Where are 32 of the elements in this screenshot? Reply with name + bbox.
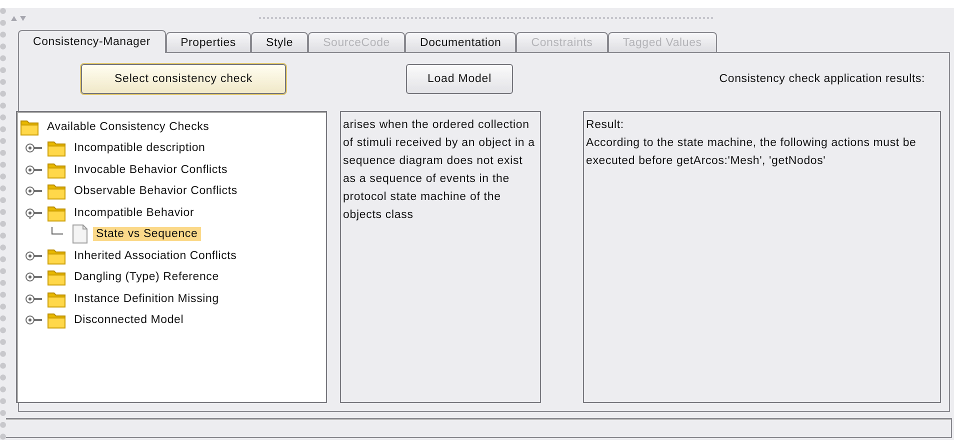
tree-line-icon [51,227,64,236]
tree-item[interactable]: Disconnected Model [71,313,187,328]
result-title: Result: [586,118,625,133]
result-text: According to the state machine, the following actions must be executed before getArcos:'Mesh', 'getNodos' [586,136,918,169]
expand-handle-icon[interactable] [25,292,43,305]
tab[interactable]: Documentation [405,32,516,52]
tab[interactable]: Style [250,32,308,52]
button[interactable]: Select consistency check [81,64,286,94]
collapse-handle-icon[interactable] [25,206,43,219]
results-heading: Consistency check application results: [719,73,925,85]
button[interactable]: Load Model [406,64,513,94]
expand-handle-icon[interactable] [25,250,43,262]
description-text: arises when the ordered collection of stimuli received by an object in a sequence diagram does not exist as a sequence of events in the protocol state machine of the objects class [340,111,541,403]
expand-handle-icon[interactable] [25,142,43,154]
expand-handle-icon[interactable] [25,164,43,176]
tree-item[interactable]: Inherited Association Conflicts [71,248,240,263]
tree-item[interactable]: Available Consistency Checks [44,120,212,134]
tab[interactable]: Consistency-Manager [18,30,166,53]
tree-item[interactable]: Incompatible Behavior [71,206,198,220]
tree-item[interactable]: Instance Definition Missing [71,292,222,306]
expand-handle-icon[interactable] [25,185,43,198]
document-icon [70,224,90,244]
tab[interactable]: Properties [166,32,251,52]
expand-handle-icon[interactable] [25,271,43,284]
tree-item[interactable]: State vs Sequence [93,227,201,242]
expand-handle-icon[interactable] [25,314,43,326]
tree-item[interactable]: Observable Behavior Conflicts [71,184,240,198]
tree-item[interactable]: Incompatible description [71,141,208,156]
tree-item[interactable]: Dangling (Type) Reference [71,270,222,284]
drag-grip[interactable] [258,16,713,20]
tree-item[interactable]: Invocable Behavior Conflicts [71,162,231,177]
scroll-arrows-icon [10,14,28,22]
